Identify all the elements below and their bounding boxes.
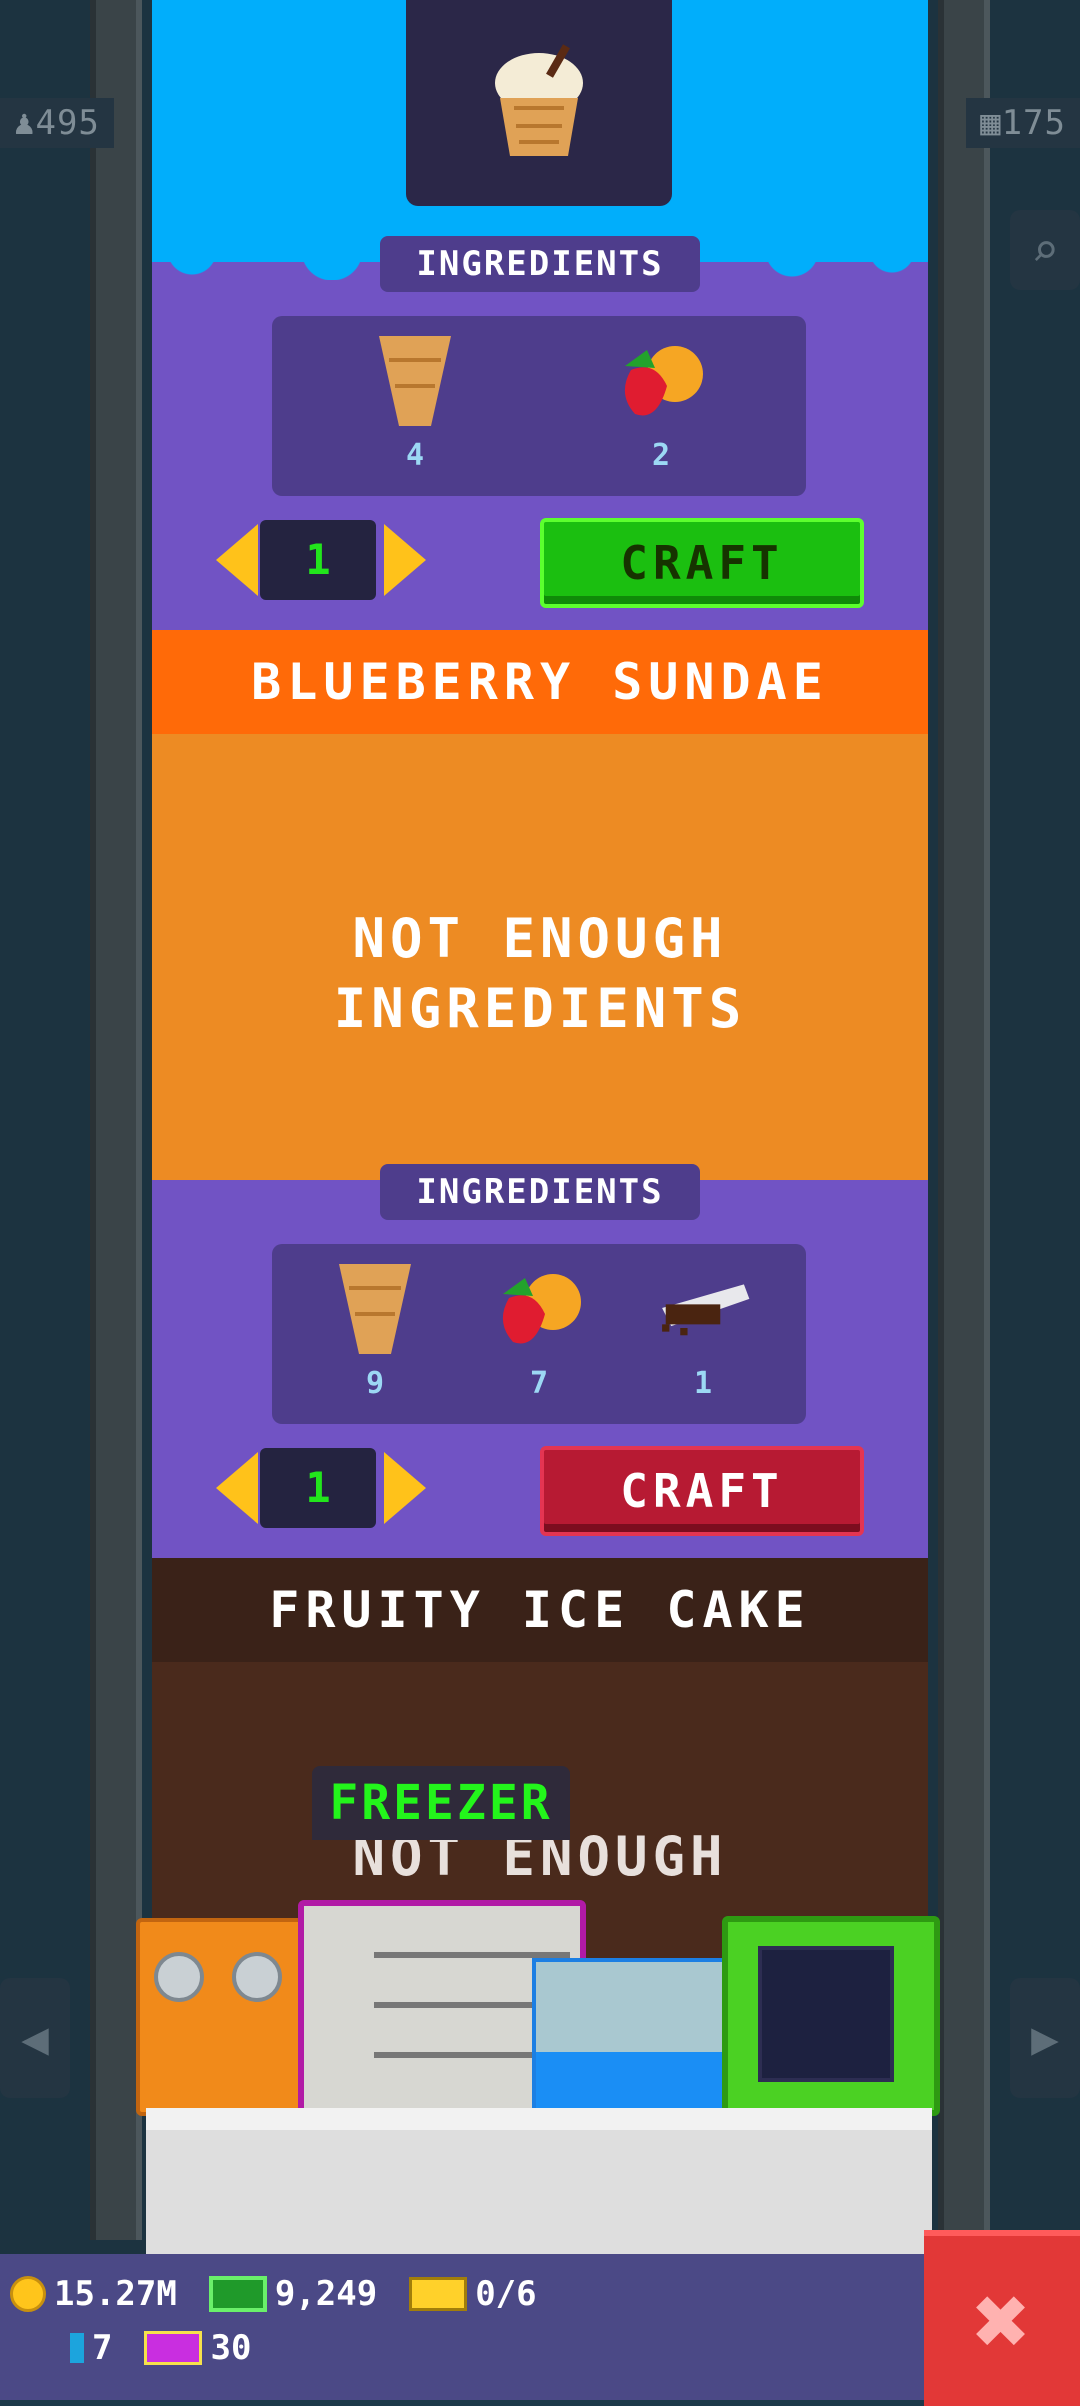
recipe-hero-2: NOT ENOUGH INGREDIENTS bbox=[152, 734, 928, 1180]
floor-counter: ▦175 bbox=[966, 98, 1080, 148]
population-value: 495 bbox=[35, 103, 100, 143]
stove-machine[interactable] bbox=[136, 1918, 304, 2116]
coin-icon bbox=[10, 2276, 46, 2312]
vip-value: 30 bbox=[210, 2328, 252, 2368]
recipe-title: BLUEBERRY SUNDAE bbox=[152, 630, 928, 734]
ingredients-label: INGREDIENTS bbox=[380, 1164, 700, 1220]
quantity-selector: 1 bbox=[216, 1448, 426, 1528]
gems-stat: 7 bbox=[70, 2328, 112, 2368]
recipe-item-frame bbox=[406, 0, 672, 206]
increase-quantity-button[interactable] bbox=[384, 1452, 426, 1524]
counter bbox=[146, 2108, 932, 2276]
quantity-value: 1 bbox=[260, 520, 376, 600]
quantity-value: 1 bbox=[260, 1448, 376, 1528]
ice-window bbox=[758, 1946, 894, 2082]
recipe-title: FRUITY ICE CAKE bbox=[152, 1558, 928, 1662]
ingredient-count: 2 bbox=[651, 438, 671, 473]
status-line-1: NOT ENOUGH bbox=[352, 907, 728, 970]
floor-value: 175 bbox=[1001, 103, 1066, 143]
search-icon: ⌕ bbox=[1031, 223, 1059, 277]
elevator-down-button[interactable]: ◀ bbox=[0, 1978, 70, 2098]
increase-quantity-button[interactable] bbox=[384, 524, 426, 596]
vip-icon bbox=[144, 2331, 203, 2365]
vip-stat: 30 bbox=[144, 2328, 251, 2368]
ice-machine[interactable] bbox=[722, 1916, 940, 2116]
coins-value: 15.27M bbox=[54, 2274, 177, 2314]
quantity-selector: 1 bbox=[216, 520, 426, 600]
ingredient-count: 1 bbox=[693, 1366, 713, 1401]
person-icon: ♟ bbox=[14, 103, 36, 143]
currency-hud: 15.27M 9,249 0/6 7 30 bbox=[0, 2254, 1080, 2400]
search-button[interactable]: ⌕ bbox=[1010, 210, 1080, 290]
ingredients-label: INGREDIENTS bbox=[380, 236, 700, 292]
coins-stat: 15.27M bbox=[10, 2274, 177, 2314]
gem-icon bbox=[70, 2333, 84, 2363]
ingredients-box: 9 7 1 bbox=[272, 1244, 806, 1424]
cash-icon bbox=[208, 2276, 267, 2312]
display-case-machine[interactable] bbox=[532, 1958, 730, 2116]
craft-button-disabled[interactable]: CRAFT bbox=[540, 1446, 864, 1536]
tickets-value: 0/6 bbox=[475, 2274, 537, 2314]
kitchen-workstations bbox=[136, 1896, 948, 2116]
ingredients-box: 4 2 bbox=[272, 316, 806, 496]
ingredient-fruit: 2 bbox=[606, 330, 716, 490]
decrease-quantity-button[interactable] bbox=[216, 524, 258, 596]
decrease-quantity-button[interactable] bbox=[216, 1452, 258, 1524]
gems-value: 7 bbox=[92, 2328, 113, 2368]
close-button[interactable]: ✖ bbox=[924, 2230, 1080, 2406]
ingredient-cone: 9 bbox=[320, 1258, 430, 1418]
cone-icon bbox=[379, 336, 451, 426]
tickets-stat: 0/6 bbox=[409, 2274, 537, 2314]
bux-value: 9,249 bbox=[274, 2274, 378, 2314]
freezer-tooltip: FREEZER bbox=[312, 1766, 570, 1840]
ingredient-fruit: 7 bbox=[484, 1258, 594, 1418]
ingredient-count: 9 bbox=[365, 1366, 385, 1401]
hud-row-bottom: 7 30 bbox=[70, 2328, 269, 2368]
close-icon: ✖ bbox=[973, 2265, 1031, 2377]
display-base bbox=[536, 2052, 726, 2112]
cone-icon bbox=[339, 1264, 411, 1354]
chocolate-icon bbox=[662, 1284, 750, 1336]
fruit-icon bbox=[502, 1274, 581, 1344]
elevator-shaft-left bbox=[90, 0, 142, 2240]
ingredient-cone: 4 bbox=[360, 330, 470, 490]
knob-icon bbox=[232, 1952, 282, 2002]
building-icon: ▦ bbox=[980, 103, 1002, 143]
craft-button[interactable]: CRAFT bbox=[540, 518, 864, 608]
recipe-hero-1 bbox=[152, 0, 928, 280]
fruit-icon bbox=[624, 346, 703, 416]
ice-cream-cone-icon bbox=[495, 44, 583, 156]
ingredient-chocolate: 1 bbox=[648, 1258, 758, 1418]
home-arrow-icon: ▶ bbox=[1031, 2011, 1059, 2065]
not-enough-message: NOT ENOUGH INGREDIENTS bbox=[152, 904, 928, 1044]
ingredient-count: 7 bbox=[529, 1366, 549, 1401]
hud-row-top: 15.27M 9,249 0/6 bbox=[10, 2274, 555, 2314]
status-line-2: INGREDIENTS bbox=[333, 977, 747, 1040]
person-arrow-icon: ◀ bbox=[21, 2011, 49, 2065]
population-counter: ♟495 bbox=[0, 98, 114, 148]
ticket-icon bbox=[409, 2277, 468, 2311]
home-next-button[interactable]: ▶ bbox=[1010, 1978, 1080, 2098]
bux-stat: 9,249 bbox=[208, 2274, 378, 2314]
ingredient-count: 4 bbox=[405, 438, 425, 473]
knob-icon bbox=[154, 1952, 204, 2002]
